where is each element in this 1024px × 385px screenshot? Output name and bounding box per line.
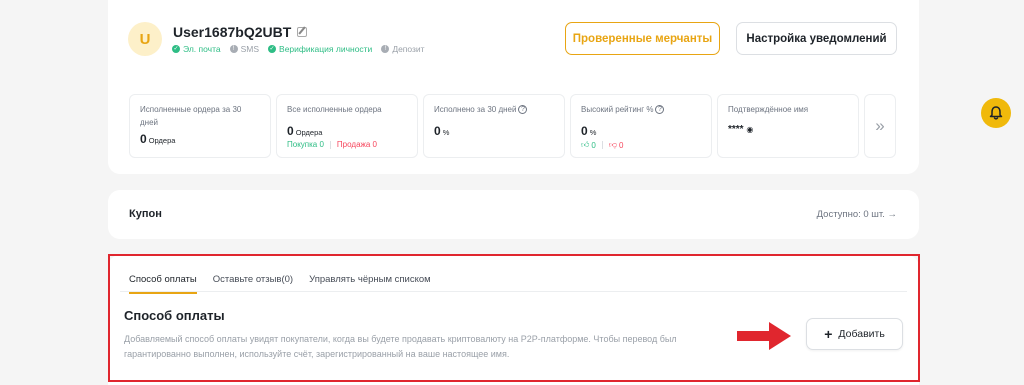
verified-merchants-button[interactable]: Проверенные мерчанты xyxy=(565,22,720,55)
notification-bell-button[interactable] xyxy=(981,98,1011,128)
edit-icon[interactable] xyxy=(297,27,308,37)
check-icon: ✓ xyxy=(268,45,277,53)
payment-title: Способ оплаты xyxy=(124,308,225,323)
username-row: User1687bQ2UBT xyxy=(173,24,308,40)
verification-badges: ✓ Эл. почта ! SMS ✓ Верификация личности ! Д… xyxy=(172,44,425,54)
stat-positive-rate: Высокий рейтинг %? 0% 👍︎ 0 👎︎ 0 xyxy=(570,94,712,158)
payment-description: Добавляемый способ оплаты увидят покупат… xyxy=(124,334,677,359)
double-chevron-right-icon: » xyxy=(875,116,885,135)
info-icon: ! xyxy=(229,45,238,53)
arrow-right-icon: → xyxy=(887,209,898,220)
notification-settings-button[interactable]: Настройка уведомлений xyxy=(736,22,897,55)
help-icon[interactable]: ? xyxy=(518,105,528,115)
coupon-card[interactable]: Купон Доступно: 0 шт. → xyxy=(108,190,919,239)
stats-row: Исполненные ордера за 30 дней 0 Ордера Вс… xyxy=(129,94,896,158)
red-arrow-icon xyxy=(737,322,791,350)
eye-hidden-icon[interactable]: ◉ xyxy=(746,125,753,134)
plus-icon: + xyxy=(824,326,833,342)
help-icon[interactable]: ? xyxy=(655,105,665,115)
info-icon: ! xyxy=(381,45,390,53)
username: User1687bQ2UBT xyxy=(173,24,292,40)
badge-identity: ✓ Верификация личности xyxy=(268,44,373,54)
profile-card: U User1687bQ2UBT ✓ Эл. почта ! SMS ✓ Верифи… xyxy=(108,0,919,174)
coupon-available[interactable]: Доступно: 0 шт. → xyxy=(817,209,897,220)
badge-deposit: ! Депозит xyxy=(381,44,425,54)
stats-more-button[interactable]: » xyxy=(864,94,896,158)
add-payment-button[interactable]: + Добавить xyxy=(806,318,903,350)
thumbs-down-icon: 👎︎ xyxy=(608,140,617,149)
stat-verified-name: Подтверждённое имя **** ◉ xyxy=(717,94,859,158)
tab-divider xyxy=(120,291,907,292)
badge-email: ✓ Эл. почта xyxy=(172,44,221,54)
check-icon: ✓ xyxy=(172,45,180,53)
bell-icon xyxy=(989,106,1003,120)
stat-completed-all: Все исполненные ордера 0 Ордера Покупка 0… xyxy=(276,94,418,158)
stat-rate-30d: Исполнено за 30 дней? 0% xyxy=(423,94,565,158)
avatar: U xyxy=(128,22,162,56)
badge-sms: ! SMS xyxy=(229,44,259,54)
thumbs-up-icon: 👍︎ xyxy=(581,140,590,149)
stat-completed-30d: Исполненные ордера за 30 дней 0 Ордера xyxy=(129,94,271,158)
coupon-title: Купон xyxy=(129,208,162,220)
payment-card: Способ оплаты Оставьте отзыв(0) Управлят… xyxy=(108,255,919,385)
